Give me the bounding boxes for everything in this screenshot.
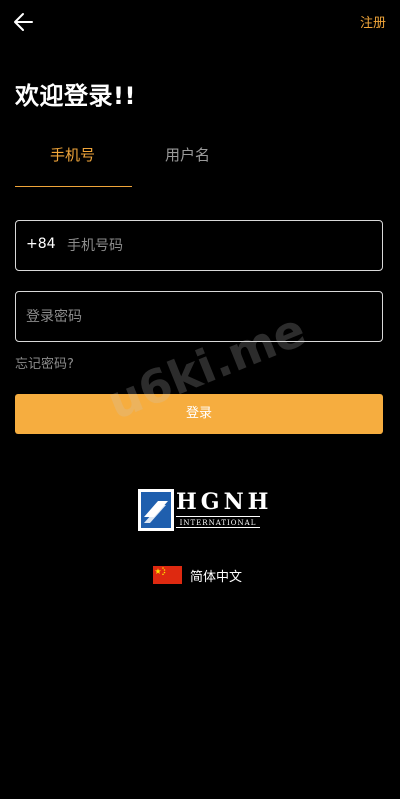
tab-phone[interactable]: 手机号 — [50, 144, 95, 165]
tab-username[interactable]: 用户名 — [165, 144, 210, 165]
logo-mark-icon — [138, 489, 174, 531]
language-label: 简体中文 — [190, 570, 243, 585]
top-bar: 注册 — [0, 0, 400, 44]
login-method-tabs: 手机号 用户名 — [15, 132, 385, 188]
arrow-left-icon — [14, 13, 33, 31]
brand-logo: HGNH INTERNATIONAL — [138, 489, 268, 533]
page-title: 欢迎登录!! — [15, 82, 136, 110]
logo-subtitle: INTERNATIONAL — [176, 516, 260, 528]
phone-input[interactable] — [67, 221, 367, 270]
country-code-selector[interactable]: +84 — [26, 236, 56, 252]
active-tab-indicator — [15, 186, 132, 187]
phone-field: +84 — [15, 220, 383, 271]
back-button[interactable] — [10, 8, 38, 36]
login-button[interactable]: 登录 — [15, 394, 383, 434]
register-link[interactable]: 注册 — [360, 12, 386, 31]
china-flag-icon — [153, 566, 182, 584]
logo-text: HGNH — [176, 489, 273, 515]
forgot-password-link[interactable]: 忘记密码? — [15, 353, 74, 372]
password-input[interactable] — [26, 292, 366, 341]
password-field — [15, 291, 383, 342]
